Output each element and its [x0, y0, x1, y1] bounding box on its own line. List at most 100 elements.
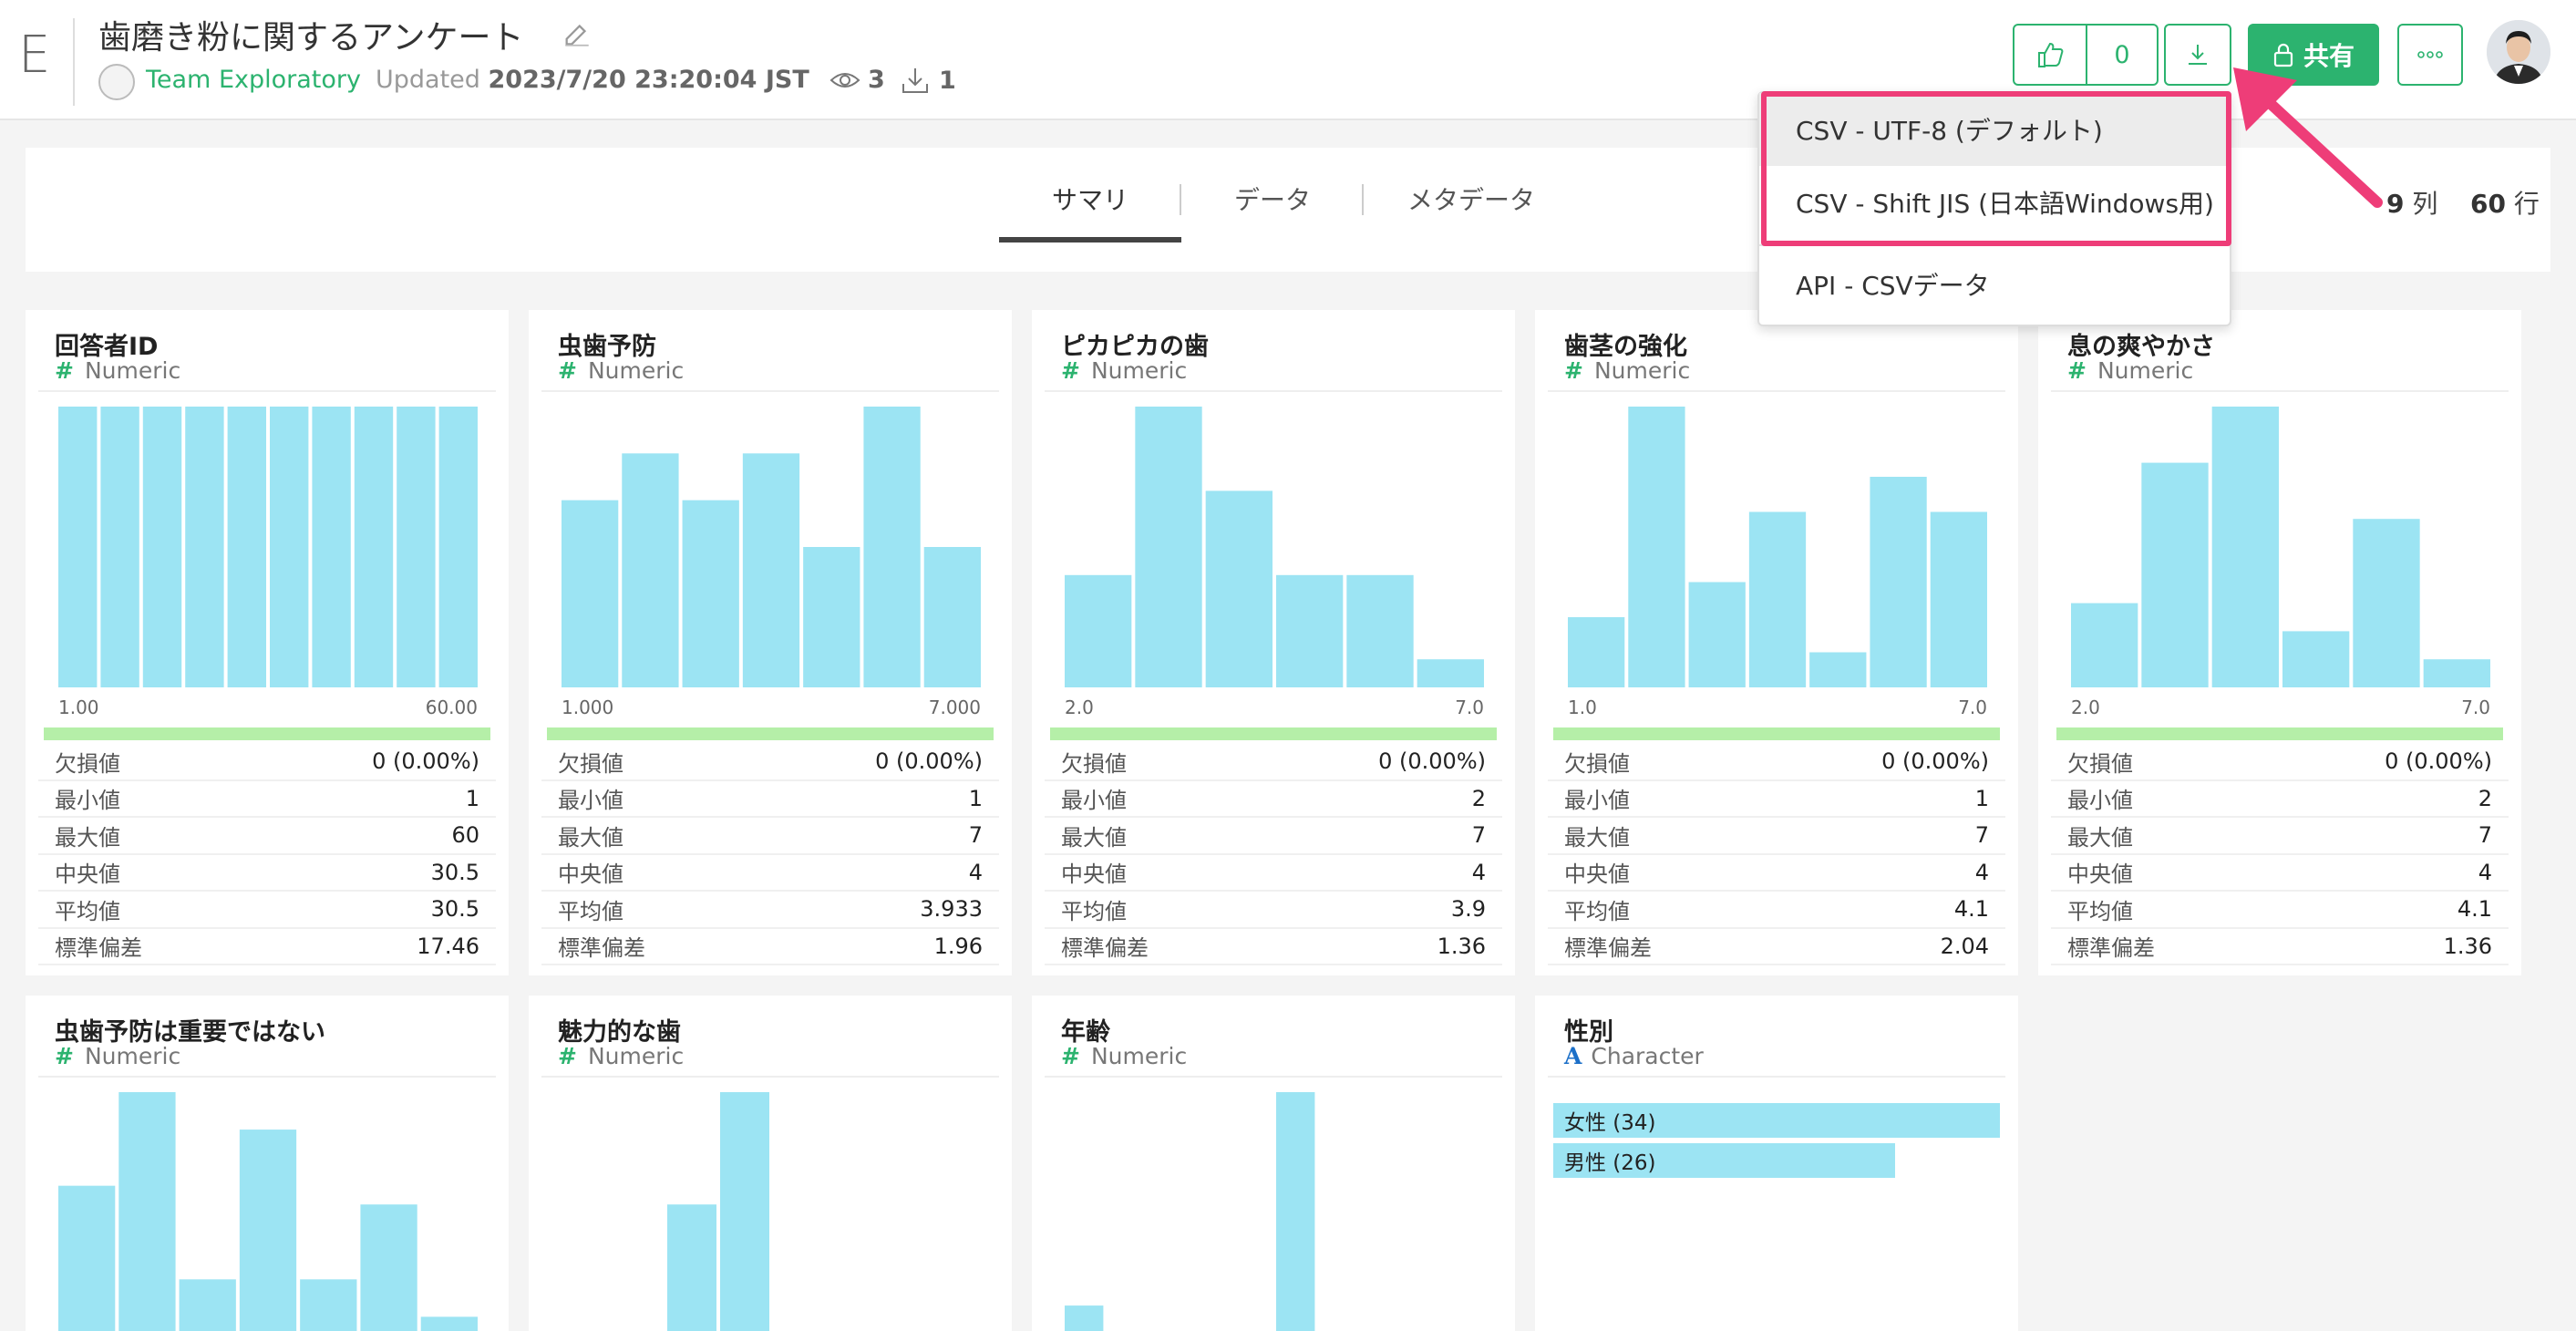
histogram-bar[interactable]: [1065, 574, 1132, 687]
stat-value: 7: [1974, 822, 1989, 849]
column-card[interactable]: 回答者ID # Numeric 1.00 60.00 欠損値 0 (0.00%) 最小値 1 最大…: [26, 310, 509, 975]
histogram-bar[interactable]: [2141, 462, 2209, 687]
histogram-bar[interactable]: [1628, 407, 1685, 687]
stat-row: 平均値 3.933: [541, 892, 999, 929]
histogram-bar[interactable]: [354, 407, 394, 687]
active-tab-indicator: [999, 237, 1181, 242]
histogram-bar[interactable]: [227, 407, 266, 687]
histogram-bar[interactable]: [118, 1092, 176, 1331]
card-divider: [1548, 390, 2005, 392]
app-logo[interactable]: E: [18, 26, 50, 85]
histogram-bar[interactable]: [58, 1185, 116, 1331]
tab-summary[interactable]: サマリ: [1052, 181, 1128, 217]
stat-row: 標準偏差 17.46: [38, 929, 496, 965]
histogram-bar[interactable]: [300, 1279, 357, 1331]
histogram-bar[interactable]: [1276, 574, 1344, 687]
team-link[interactable]: Team Exploratory: [146, 66, 361, 94]
menu-item-csv-utf8[interactable]: CSV - UTF-8 (デフォルト): [1759, 93, 2230, 166]
column-card[interactable]: 虫歯予防 # Numeric 1.000 7.000 欠損値 0 (0.00%) 最小値 1 最大…: [529, 310, 1012, 975]
histogram-bar[interactable]: [179, 1279, 236, 1331]
histogram-bar[interactable]: [622, 453, 679, 687]
histogram-bar[interactable]: [270, 407, 309, 687]
histogram-bar[interactable]: [397, 407, 436, 687]
numeric-type-icon: #: [558, 357, 577, 384]
histogram-bar[interactable]: [2282, 631, 2350, 687]
column-type: # Numeric: [55, 1043, 180, 1069]
thumbs-up-icon[interactable]: [2014, 26, 2086, 84]
histogram-bar[interactable]: [1870, 477, 1927, 687]
download-button[interactable]: [2164, 24, 2231, 86]
download-count: 1: [901, 66, 956, 95]
histogram-bar[interactable]: [420, 1316, 478, 1331]
column-card[interactable]: 魅力的な歯 # Numeric: [529, 996, 1012, 1331]
like-button[interactable]: 0: [2013, 24, 2159, 86]
histogram-bar[interactable]: [438, 407, 478, 687]
tab-metadata[interactable]: メタデータ: [1407, 181, 1535, 217]
column-card[interactable]: 歯茎の強化 # Numeric 1.0 7.0 欠損値 0 (0.00%) 最小値 1 最大値 7 中…: [1535, 310, 2018, 975]
stat-row: 最小値 1: [541, 781, 999, 818]
histogram-bar[interactable]: [742, 453, 800, 687]
edit-icon[interactable]: [562, 18, 592, 49]
histogram-bar[interactable]: [667, 1204, 716, 1331]
histogram-bar[interactable]: [803, 547, 860, 687]
histogram-bar[interactable]: [923, 547, 981, 687]
histogram-bar[interactable]: [1065, 1305, 1104, 1331]
stat-label: 中央値: [1564, 862, 1630, 888]
more-button[interactable]: [2397, 24, 2463, 86]
histogram-bar[interactable]: [2423, 659, 2490, 687]
histogram-bar[interactable]: [185, 407, 224, 687]
histogram-bar[interactable]: [863, 407, 921, 687]
column-card[interactable]: 虫歯予防は重要ではない # Numeric: [26, 996, 509, 1331]
stat-row: 欠損値 0 (0.00%): [1548, 744, 2005, 781]
column-card[interactable]: 年齢 # Numeric: [1032, 996, 1515, 1331]
stat-label: 中央値: [55, 862, 120, 888]
histogram-bar[interactable]: [1930, 511, 1987, 688]
card-divider: [1045, 390, 1502, 392]
stat-label: 最大値: [1061, 824, 1127, 851]
column-card[interactable]: 性別 A Character 女性 (34) 男性 (26): [1535, 996, 2018, 1331]
stat-label: 標準偏差: [1564, 935, 1652, 962]
menu-item-csv-shiftjis[interactable]: CSV - Shift JIS (日本語Windows用): [1759, 166, 2230, 239]
column-card[interactable]: ピカピカの歯 # Numeric 2.0 7.0 欠損値 0 (0.00%) 最小値 2 最大値 7…: [1032, 310, 1515, 975]
histogram-bar[interactable]: [1205, 490, 1273, 687]
column-card[interactable]: 息の爽やかさ # Numeric 2.0 7.0 欠損値 0 (0.00%) 最小値 2 最大値 7…: [2038, 310, 2521, 975]
range-max: 7.0: [2461, 696, 2490, 718]
histogram-bar[interactable]: [1748, 511, 1807, 688]
histogram-bar[interactable]: [1135, 407, 1202, 687]
histogram-bar[interactable]: [682, 500, 739, 687]
stat-row: 中央値 4: [1548, 855, 2005, 892]
histogram-bar[interactable]: [239, 1130, 297, 1331]
histogram-bar[interactable]: [312, 407, 351, 687]
histogram-bar[interactable]: [2353, 519, 2420, 687]
histogram-bar[interactable]: [1346, 574, 1414, 687]
histogram-bar[interactable]: [100, 407, 139, 687]
histogram-bar[interactable]: [2071, 603, 2138, 687]
stat-row: 欠損値 0 (0.00%): [38, 744, 496, 781]
histogram-bar[interactable]: [1809, 652, 1867, 688]
histogram-bar[interactable]: [58, 407, 98, 687]
stat-label: 平均値: [2067, 898, 2133, 924]
stat-label: 最小値: [2067, 788, 2133, 814]
histogram-bar[interactable]: [2211, 407, 2279, 687]
column-type: # Numeric: [558, 1043, 684, 1069]
histogram-bar[interactable]: [360, 1204, 417, 1331]
menu-item-api-csv[interactable]: API - CSVデータ: [1759, 248, 2230, 321]
tab-data[interactable]: データ: [1234, 181, 1311, 217]
category-bar[interactable]: 男性 (26): [1553, 1143, 1895, 1178]
valid-ratio-bar: [44, 727, 490, 740]
category-bar[interactable]: 女性 (34): [1553, 1103, 2000, 1138]
user-avatar[interactable]: [2487, 20, 2550, 84]
histogram-bar[interactable]: [562, 500, 619, 687]
histogram-bar[interactable]: [142, 407, 182, 687]
stat-label: 中央値: [558, 862, 623, 888]
stat-value: 0 (0.00%): [1881, 748, 1989, 775]
histogram-bar[interactable]: [1276, 1092, 1315, 1331]
valid-ratio-bar: [2056, 727, 2503, 740]
card-divider: [1045, 1076, 1502, 1078]
histogram-bar[interactable]: [1688, 582, 1746, 688]
histogram-bar[interactable]: [1568, 617, 1625, 687]
histogram-bar[interactable]: [1417, 659, 1484, 687]
stat-label: 最小値: [55, 788, 120, 814]
histogram-bar[interactable]: [720, 1092, 769, 1331]
card-divider: [38, 1076, 496, 1078]
